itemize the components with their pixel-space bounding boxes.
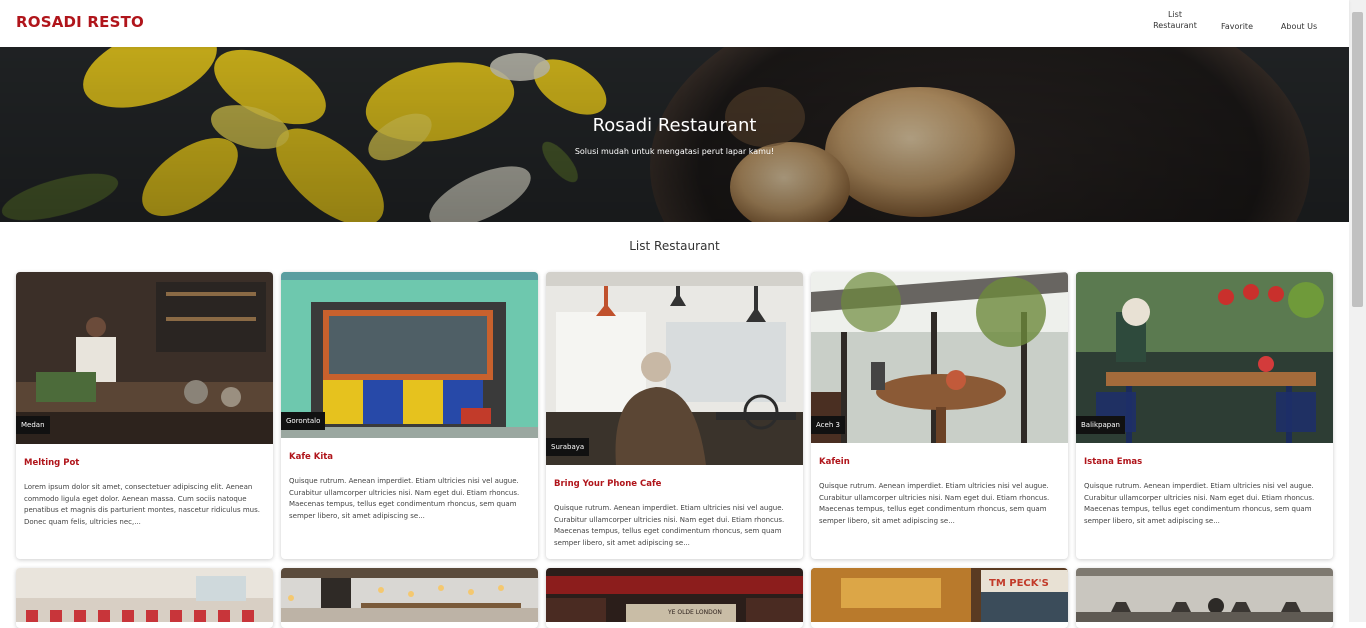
restaurant-image — [811, 272, 1068, 443]
restaurant-description-text: Quisque rutrum. Aenean imperdiet. Etiam … — [1084, 482, 1315, 525]
restaurant-name[interactable]: Bring Your Phone Cafe — [554, 479, 661, 489]
restaurant-description: Quisque rutrum. Aenean imperdiet. Etiam … — [1084, 481, 1324, 527]
city-badge: Aceh 3 — [811, 416, 845, 434]
section-title: List Restaurant — [629, 239, 720, 253]
restaurant-description-text: Quisque rutrum. Aenean imperdiet. Etiam … — [289, 477, 520, 520]
page-scrollbar[interactable] — [1349, 0, 1366, 622]
restaurant-description: Quisque rutrum. Aenean imperdiet. Etiam … — [554, 503, 794, 549]
sign-text: YE OLDE LONDON — [667, 609, 722, 616]
city-badge: Gorontalo — [281, 412, 326, 430]
restaurant-description: Lorem ipsum dolor sit amet, consectetuer… — [24, 482, 264, 528]
restaurant-image: TM PECK'S — [811, 568, 1068, 622]
restaurant-image: YE OLDE LONDON — [546, 568, 803, 622]
restaurant-description: Quisque rutrum. Aenean imperdiet. Etiam … — [289, 476, 529, 522]
restaurant-image — [546, 272, 803, 465]
restaurant-image — [281, 568, 538, 622]
restaurant-description: Quisque rutrum. Aenean imperdiet. Etiam … — [819, 481, 1059, 527]
hero-title: Rosadi Restaurant — [592, 115, 757, 136]
nav-list-restaurant-line2: Restaurant — [1153, 21, 1197, 30]
city-badge: Medan — [16, 416, 50, 434]
restaurant-card[interactable]: YE OLDE LONDON — [546, 568, 803, 628]
restaurant-description-text: Quisque rutrum. Aenean imperdiet. Etiam … — [819, 482, 1050, 525]
restaurant-description-text: Quisque rutrum. Aenean imperdiet. Etiam … — [554, 504, 785, 547]
nav-about-us-label: About Us — [1280, 22, 1318, 31]
brand-logo[interactable]: ROSADI RESTO — [16, 13, 144, 31]
restaurant-name[interactable]: Melting Pot — [24, 458, 79, 468]
restaurant-card[interactable]: Medan Melting Pot Lorem ipsum dolor sit … — [16, 272, 273, 559]
app-header: ROSADI RESTO List Restaurant Favorite Ab… — [0, 0, 1349, 47]
scrollbar-thumb[interactable] — [1352, 12, 1363, 307]
restaurant-card[interactable]: Balikpapan Istana Emas Quisque rutrum. A… — [1076, 272, 1333, 559]
nav-about-us[interactable]: About Us — [1276, 21, 1322, 32]
restaurant-description-text: Lorem ipsum dolor sit amet, consectetuer… — [24, 483, 260, 526]
nav-favorite-label: Favorite — [1221, 22, 1253, 31]
hero-banner: Rosadi Restaurant Solusi mudah untuk men… — [0, 47, 1349, 222]
nav-list-restaurant[interactable]: List Restaurant — [1151, 9, 1199, 31]
restaurant-name[interactable]: Istana Emas — [1084, 457, 1142, 467]
sign-text: TM PECK'S — [989, 578, 1049, 589]
restaurant-image — [16, 272, 273, 444]
restaurant-card[interactable]: Aceh 3 Kafein Quisque rutrum. Aenean imp… — [811, 272, 1068, 559]
restaurant-name[interactable]: Kafein — [819, 457, 850, 467]
restaurant-card[interactable] — [281, 568, 538, 628]
city-badge: Balikpapan — [1076, 416, 1125, 434]
restaurant-card[interactable]: TM PECK'S — [811, 568, 1068, 628]
nav-favorite[interactable]: Favorite — [1215, 21, 1259, 32]
restaurant-card[interactable]: Gorontalo Kafe Kita Quisque rutrum. Aene… — [281, 272, 538, 559]
nav-list-restaurant-line1: List — [1168, 10, 1182, 19]
city-badge: Surabaya — [546, 438, 590, 456]
restaurant-card[interactable] — [16, 568, 273, 628]
restaurant-card[interactable]: Surabaya Bring Your Phone Cafe Quisque r… — [546, 272, 803, 559]
restaurant-name[interactable]: Kafe Kita — [289, 452, 333, 462]
restaurant-image — [1076, 568, 1333, 622]
hero-subtitle: Solusi mudah untuk mengatasi perut lapar… — [574, 147, 775, 156]
restaurant-card[interactable] — [1076, 568, 1333, 628]
restaurant-image — [16, 568, 273, 622]
